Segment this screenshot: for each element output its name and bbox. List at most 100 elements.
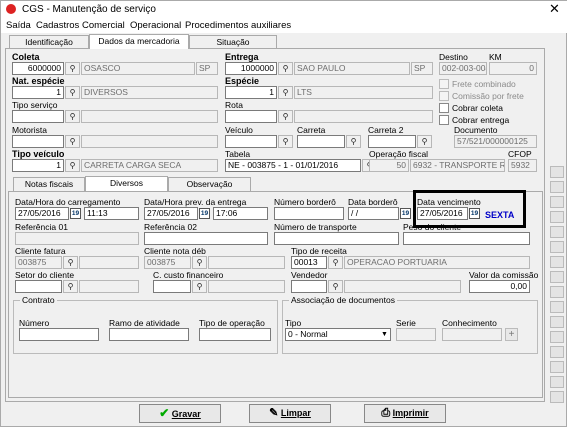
custo-financeiro-code[interactable] [153,280,191,293]
toolbar-globe-icon[interactable] [550,211,564,223]
cliente-fatura-lookup-icon[interactable]: ⚲ [63,256,78,269]
numero-bordero-field[interactable] [274,207,344,220]
cobrar-entrega-checkbox[interactable] [439,115,449,125]
calendar-icon[interactable]: 19 [199,208,210,219]
rota-name [294,110,433,123]
vendedor-lookup-icon[interactable]: ⚲ [328,280,343,293]
cliente-nota-code: 003875 [144,256,191,269]
toolbar-check-icon[interactable] [550,166,564,178]
especie-code[interactable]: 1 [225,86,277,99]
toolbar-document-icon[interactable] [550,331,564,343]
menu-comercial[interactable]: Comercial [82,20,125,31]
menu-cadastros[interactable]: Cadastros [36,20,79,31]
nat-especie-lookup-icon[interactable]: ⚲ [65,86,80,99]
peso-cliente-field[interactable] [403,232,530,245]
toolbar-folder-icon[interactable] [550,361,564,373]
add-icon[interactable]: + [505,328,518,341]
data-vencimento-label: Data vencimento [417,197,481,207]
peso-cliente-label: Peso do cliente [403,222,462,232]
carregamento-date[interactable]: 27/05/2016 [15,207,69,220]
tab-notas-fiscais[interactable]: Notas fiscais [13,177,85,191]
tipo-receita-lookup-icon[interactable]: ⚲ [328,256,343,269]
save-button[interactable]: ✔ Gravar [139,404,221,423]
toolbar-folder-icon[interactable] [550,241,564,253]
valor-comissao-label: Valor da comissão [469,270,539,280]
contrato-tipo-operacao-field[interactable] [199,328,271,341]
toolbar-document-icon[interactable] [550,316,564,328]
nat-especie-code[interactable]: 1 [12,86,64,99]
coleta-code[interactable]: 6000000 [12,62,64,75]
prev-entrega-date[interactable]: 27/05/2016 [144,207,198,220]
numero-transporte-field[interactable] [274,232,399,245]
nat-especie-label: Nat. espécie [12,76,65,86]
toolbar-grid-icon[interactable] [550,271,564,283]
menu-saida[interactable]: Saída [6,20,31,31]
referencia01-label: Referência 01 [15,222,68,232]
data-vencimento-field[interactable]: 27/05/2016 [417,207,468,220]
chevron-down-icon[interactable]: ▼ [381,331,388,338]
tipo-servico-lookup-icon[interactable]: ⚲ [65,110,80,123]
toolbar-grid-icon[interactable] [550,256,564,268]
coleta-lookup-icon[interactable]: ⚲ [65,62,80,75]
tipo-receita-code[interactable]: 00013 [291,256,327,269]
operacao-fiscal-name: 6932 - TRANSPORTE ROI [410,159,505,172]
tipo-servico-code[interactable] [12,110,64,123]
motorista-code[interactable] [12,135,64,148]
veiculo-field[interactable] [225,135,277,148]
valor-comissao-field[interactable]: 0,00 [469,280,530,293]
cobrar-coleta-label: Cobrar coleta [452,103,504,113]
carreta2-lookup-icon[interactable]: ⚲ [417,135,432,148]
comissao-frete-checkbox[interactable] [439,91,449,101]
print-button[interactable]: ⎙ Imprimir [364,404,446,423]
toolbar-grid-icon[interactable] [550,286,564,298]
toolbar-document-icon[interactable] [550,181,564,193]
tab-observacao[interactable]: Observação [168,177,251,191]
vendedor-code[interactable] [291,280,327,293]
entrega-lookup-icon[interactable]: ⚲ [278,62,293,75]
contrato-numero-field[interactable] [19,328,99,341]
referencia02-field[interactable] [144,232,268,245]
rota-lookup-icon[interactable]: ⚲ [278,110,293,123]
menu-operacional[interactable]: Operacional [130,20,181,31]
custo-financeiro-lookup-icon[interactable]: ⚲ [192,280,207,293]
clear-button[interactable]: ✎ Limpar [249,404,331,423]
veiculo-lookup-icon[interactable]: ⚲ [278,135,293,148]
calendar-icon[interactable]: 19 [70,208,81,219]
tabela-field[interactable]: NE - 003875 - 1 - 01/01/2016 [225,159,361,172]
especie-lookup-icon[interactable]: ⚲ [278,86,293,99]
carreta-field[interactable] [297,135,345,148]
tab-identificacao[interactable]: Identificação [9,35,89,49]
toolbar-folder-icon[interactable] [550,226,564,238]
toolbar-document-icon[interactable] [550,196,564,208]
frete-combinado-checkbox[interactable] [439,79,449,89]
carreta2-field[interactable] [368,135,416,148]
motorista-lookup-icon[interactable]: ⚲ [65,135,80,148]
prev-entrega-time[interactable]: 17:06 [213,207,268,220]
rota-code[interactable] [225,110,277,123]
contrato-ramo-field[interactable] [109,328,189,341]
menu-procedimentos[interactable]: Procedimentos auxiliares [185,20,291,31]
close-icon[interactable]: ✕ [541,1,567,18]
entrega-code[interactable]: 1000000 [225,62,277,75]
toolbar-grid-icon[interactable] [550,376,564,388]
tab-dados-mercadoria[interactable]: Dados da mercadoria [89,34,189,49]
setor-cliente-lookup-icon[interactable]: ⚲ [63,280,78,293]
cliente-nota-lookup-icon[interactable]: ⚲ [192,256,207,269]
toolbar-grid-icon[interactable] [550,391,564,403]
calendar-icon[interactable]: 19 [469,208,480,219]
cobrar-coleta-checkbox[interactable] [439,103,449,113]
tipo-veiculo-code[interactable]: 1 [12,159,64,172]
calendar-icon[interactable]: 19 [400,208,411,219]
toolbar-document-icon[interactable] [550,301,564,313]
setor-cliente-code[interactable] [15,280,62,293]
tipo-veiculo-lookup-icon[interactable]: ⚲ [65,159,80,172]
carregamento-time[interactable]: 11:13 [84,207,139,220]
carreta2-label: Carreta 2 [368,125,404,135]
tab-diversos[interactable]: Diversos [85,176,168,191]
toolbar-folder-icon[interactable] [550,346,564,358]
save-label: Gravar [171,409,201,419]
tab-situacao[interactable]: Situação [189,35,277,49]
carreta-lookup-icon[interactable]: ⚲ [346,135,361,148]
associacao-tipo-select[interactable]: 0 - Normal [285,328,391,341]
data-bordero-field[interactable]: / / [348,207,399,220]
